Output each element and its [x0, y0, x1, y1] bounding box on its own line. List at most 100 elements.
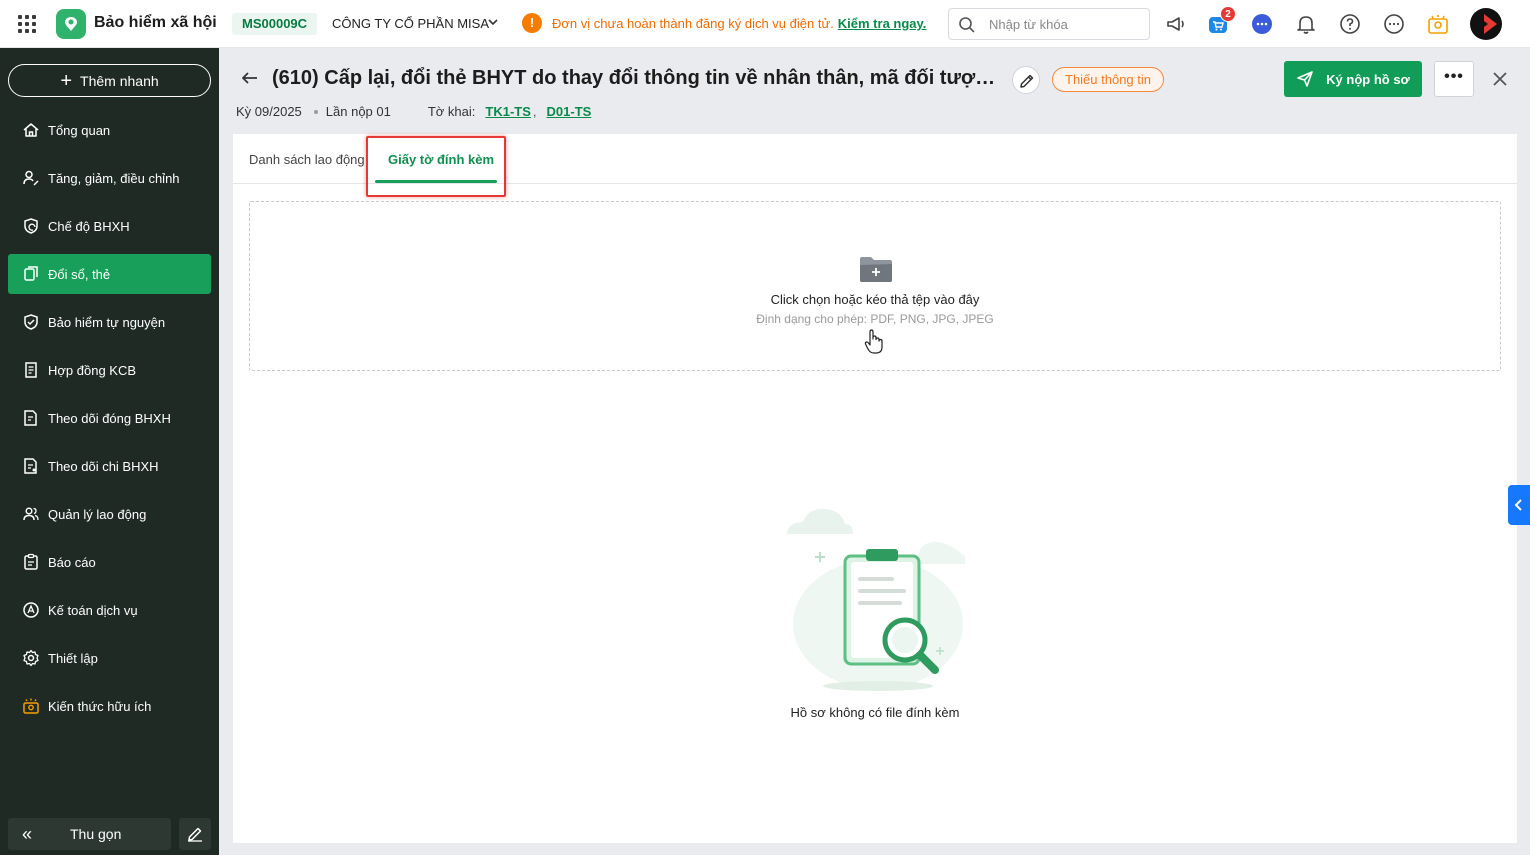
- sidebar-item-label: Đổi sổ, thẻ: [48, 266, 111, 282]
- sidebar-item-expense-tracking[interactable]: Theo dõi chi BHXH: [8, 446, 211, 486]
- sidebar-item-label: Hợp đồng KCB: [48, 362, 137, 378]
- side-panel-toggle[interactable]: [1508, 485, 1530, 525]
- app-logo: [56, 9, 86, 39]
- double-chevron-left-icon: «: [22, 823, 33, 844]
- gear-icon: [23, 649, 39, 667]
- contract-icon: [25, 362, 37, 378]
- sidebar-item-kcb-contract[interactable]: Hợp đồng KCB: [8, 350, 211, 390]
- collapse-sidebar-button[interactable]: « Thu gọn: [8, 818, 171, 850]
- search-input[interactable]: [989, 15, 1139, 33]
- sidebar-item-label: Báo cáo: [48, 554, 96, 570]
- submit-label: Ký nộp hồ sơ: [1326, 71, 1410, 87]
- quick-add-button[interactable]: + Thêm nhanh: [8, 64, 211, 97]
- card-swap-icon: [24, 266, 38, 281]
- tab-employee-list[interactable]: Danh sách lao động: [249, 152, 365, 167]
- sidebar-item-overview[interactable]: Tổng quan: [8, 110, 211, 150]
- page-title: (610) Cấp lại, đổi thẻ BHYT do thay đổi …: [272, 67, 1004, 89]
- plus-icon: +: [60, 69, 73, 92]
- content-panel: Danh sách lao động Giấy tờ đính kèm Clic…: [233, 134, 1517, 843]
- file-dropzone[interactable]: Click chọn hoặc kéo thả tệp vào đây Định…: [249, 201, 1501, 371]
- sidebar-item-benefits[interactable]: Chế độ BHXH: [8, 206, 211, 246]
- pencil-icon: [1020, 74, 1034, 88]
- quick-add-label: Thêm nhanh: [80, 72, 159, 89]
- edit-title-button[interactable]: [1012, 66, 1040, 94]
- users-icon: [23, 507, 39, 521]
- sidebar-item-label: Kế toán dịch vụ: [48, 602, 138, 618]
- sidebar-item-label: Tổng quan: [48, 122, 111, 138]
- doc-money-icon: [24, 458, 37, 474]
- search-icon: [959, 17, 975, 33]
- top-bar: Bảo hiểm xã hội MS00009C CÔNG TY CỔ PHẦN…: [0, 0, 1530, 48]
- sidebar-item-label: Kiến thức hữu ích: [48, 698, 152, 714]
- chat-icon[interactable]: [1250, 12, 1274, 36]
- folder-add-icon: [860, 257, 892, 282]
- empty-state-text: Hồ sơ không có file đính kèm: [790, 705, 960, 720]
- megaphone-icon[interactable]: [1164, 12, 1188, 36]
- sidebar-item-label: Tăng, giảm, điều chỉnh: [48, 170, 180, 186]
- sidebar-item-label: Theo dõi chi BHXH: [48, 458, 159, 474]
- declaration-label: Tờ khai:: [427, 104, 476, 119]
- sidebar-item-settings[interactable]: Thiết lập: [8, 638, 211, 678]
- lightbulb-icon: [23, 698, 39, 714]
- sidebar-item-label: Quản lý lao động: [48, 506, 147, 522]
- accounting-icon: [23, 602, 39, 618]
- close-icon[interactable]: [1490, 69, 1510, 89]
- more-options-button[interactable]: •••: [1434, 61, 1474, 97]
- bell-icon[interactable]: [1294, 12, 1318, 36]
- sidebar-item-card-exchange[interactable]: Đổi sổ, thẻ: [8, 254, 211, 294]
- home-icon: [23, 123, 39, 137]
- hand-cursor-icon: [864, 329, 883, 354]
- edit-sidebar-button[interactable]: [179, 818, 211, 850]
- apps-grid-icon[interactable]: [18, 15, 36, 33]
- tab-highlight-box: [366, 136, 506, 197]
- app-title: Bảo hiểm xã hội: [94, 14, 217, 31]
- submission-label: Lần nộp 01: [325, 104, 391, 119]
- tax-code-badge: MS00009C: [232, 13, 318, 35]
- sidebar-nav: Tổng quan Tăng, giảm, điều chỉnh Chế độ …: [8, 110, 211, 734]
- cart-badge: 2: [1220, 6, 1236, 22]
- report-icon: [24, 553, 38, 570]
- sign-submit-button[interactable]: Ký nộp hồ sơ: [1284, 61, 1422, 97]
- doc-track-icon: [24, 410, 37, 426]
- back-arrow-icon[interactable]: [240, 68, 260, 88]
- send-icon: [1297, 71, 1313, 87]
- sidebar-item-reports[interactable]: Báo cáo: [8, 542, 211, 582]
- warning-text: Đơn vị chưa hoàn thành đăng ký dịch vụ đ…: [552, 16, 834, 31]
- check-now-link[interactable]: Kiểm tra ngay.: [838, 16, 927, 31]
- search-box[interactable]: [948, 8, 1150, 40]
- period-label: Kỳ 09/2025: [236, 104, 302, 119]
- warning-icon: !: [522, 13, 542, 33]
- sidebar-item-payment-tracking[interactable]: Theo dõi đóng BHXH: [8, 398, 211, 438]
- sidebar-item-label: Thiết lập: [48, 650, 98, 666]
- company-name[interactable]: CÔNG TY CỔ PHẦN MISA: [332, 16, 489, 31]
- warning-message: Đơn vị chưa hoàn thành đăng ký dịch vụ đ…: [552, 16, 926, 31]
- help-icon[interactable]: [1338, 12, 1362, 36]
- shield-refresh-icon: [24, 218, 38, 234]
- declaration-link-tk1[interactable]: TK1-TS: [485, 104, 531, 119]
- user-edit-icon: [23, 170, 39, 186]
- collapse-label: Thu gọn: [70, 826, 122, 842]
- sidebar-item-accounting-service[interactable]: Kế toán dịch vụ: [8, 590, 211, 630]
- declaration-link-d01[interactable]: D01-TS: [547, 104, 592, 119]
- sidebar-item-label: Theo dõi đóng BHXH: [48, 410, 171, 426]
- sidebar-item-labor-management[interactable]: Quản lý lao động: [8, 494, 211, 534]
- edit-icon: [188, 827, 202, 842]
- sidebar-item-adjustments[interactable]: Tăng, giảm, điều chỉnh: [8, 158, 211, 198]
- chevron-left-icon: [1514, 499, 1522, 511]
- lightbulb-icon[interactable]: [1426, 12, 1450, 36]
- sidebar-item-label: Chế độ BHXH: [48, 218, 130, 234]
- shield-icon: [24, 314, 38, 330]
- record-meta: Kỳ 09/2025 Lần nộp 01 Tờ khai: TK1-TS, D…: [236, 104, 592, 119]
- status-badge: Thiếu thông tin: [1052, 67, 1165, 92]
- sidebar-item-knowledge[interactable]: Kiến thức hữu ích: [8, 686, 211, 726]
- sidebar-item-voluntary-insurance[interactable]: Bảo hiểm tự nguyện: [8, 302, 211, 342]
- dropzone-formats: Định dạng cho phép: PDF, PNG, JPG, JPEG: [756, 312, 994, 326]
- dropzone-text: Click chọn hoặc kéo thả tệp vào đây: [770, 292, 980, 307]
- avatar[interactable]: [1470, 8, 1502, 40]
- chevron-down-icon[interactable]: [486, 15, 500, 29]
- separator-dot: [313, 109, 318, 114]
- sidebar-item-label: Bảo hiểm tự nguyện: [48, 314, 166, 330]
- empty-clipboard-illustration: [786, 508, 965, 691]
- more-circle-icon[interactable]: [1382, 12, 1406, 36]
- sidebar: + Thêm nhanh Tổng quan Tăng, giảm, điều …: [0, 48, 219, 855]
